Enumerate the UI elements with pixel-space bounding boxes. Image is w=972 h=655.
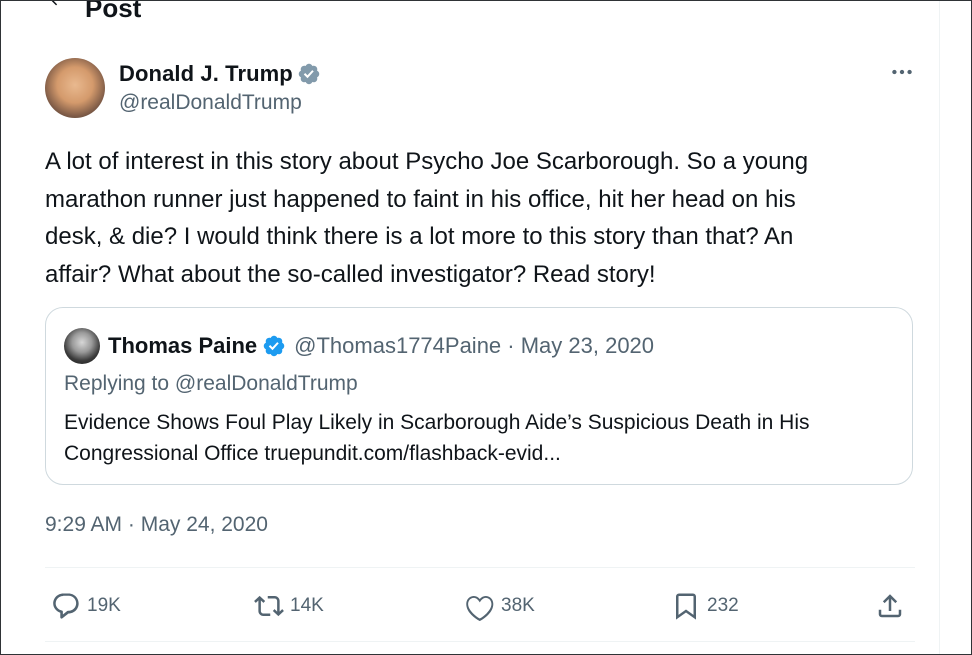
quoted-handle-date: @Thomas1774Paine · May 23, 2020 (294, 333, 655, 358)
column-border (939, 1, 940, 654)
more-button[interactable] (887, 59, 917, 85)
repost-button[interactable]: 14K (254, 587, 324, 625)
share-icon (878, 594, 902, 618)
quoted-author-name: Thomas Paine (108, 333, 258, 358)
back-arrow-icon[interactable] (47, 0, 65, 8)
post-window: Post Donald J. Trump @realDonaldTrump A … (0, 0, 972, 655)
page-title: Post (85, 0, 142, 23)
quoted-avatar (64, 328, 100, 364)
quoted-author: Thomas Paine @Thomas1774Paine · May 23, … (64, 328, 654, 364)
more-icon (892, 69, 912, 75)
quoted-tweet-text: Evidence Shows Foul Play Likely in Scarb… (64, 411, 810, 465)
bookmark-icon (676, 593, 696, 620)
divider (45, 641, 915, 642)
tweet-timestamp[interactable]: 9:29 AM · May 24, 2020 (45, 513, 268, 537)
tweet-author: Donald J. Trump @realDonaldTrump (45, 58, 321, 118)
reply-icon (53, 593, 79, 619)
bookmark-button[interactable]: 232 (671, 587, 739, 625)
author-name[interactable]: Donald J. Trump (119, 61, 293, 87)
like-icon (466, 595, 494, 621)
like-button[interactable]: 38K (465, 587, 535, 625)
like-count: 38K (501, 595, 535, 616)
repost-icon (254, 595, 284, 617)
share-button[interactable] (875, 587, 905, 625)
quoted-replying-to: Replying to @realDonaldTrump (64, 372, 358, 395)
verified-badge-icon (263, 335, 285, 357)
bookmark-count: 232 (707, 595, 739, 616)
verified-badge-icon[interactable] (297, 62, 321, 86)
header (47, 0, 65, 11)
action-bar: 19K 14K 38K 232 (45, 587, 915, 625)
divider (45, 567, 915, 568)
author-info: Donald J. Trump @realDonaldTrump (119, 60, 321, 115)
tweet-text: A lot of interest in this story about Ps… (45, 148, 809, 288)
reply-count: 19K (87, 595, 121, 616)
reply-button[interactable]: 19K (51, 587, 121, 625)
quoted-tweet-card[interactable]: Thomas Paine @Thomas1774Paine · May 23, … (45, 307, 913, 485)
author-handle[interactable]: @realDonaldTrump (119, 91, 321, 115)
avatar[interactable] (45, 58, 105, 118)
repost-count: 14K (290, 595, 324, 616)
